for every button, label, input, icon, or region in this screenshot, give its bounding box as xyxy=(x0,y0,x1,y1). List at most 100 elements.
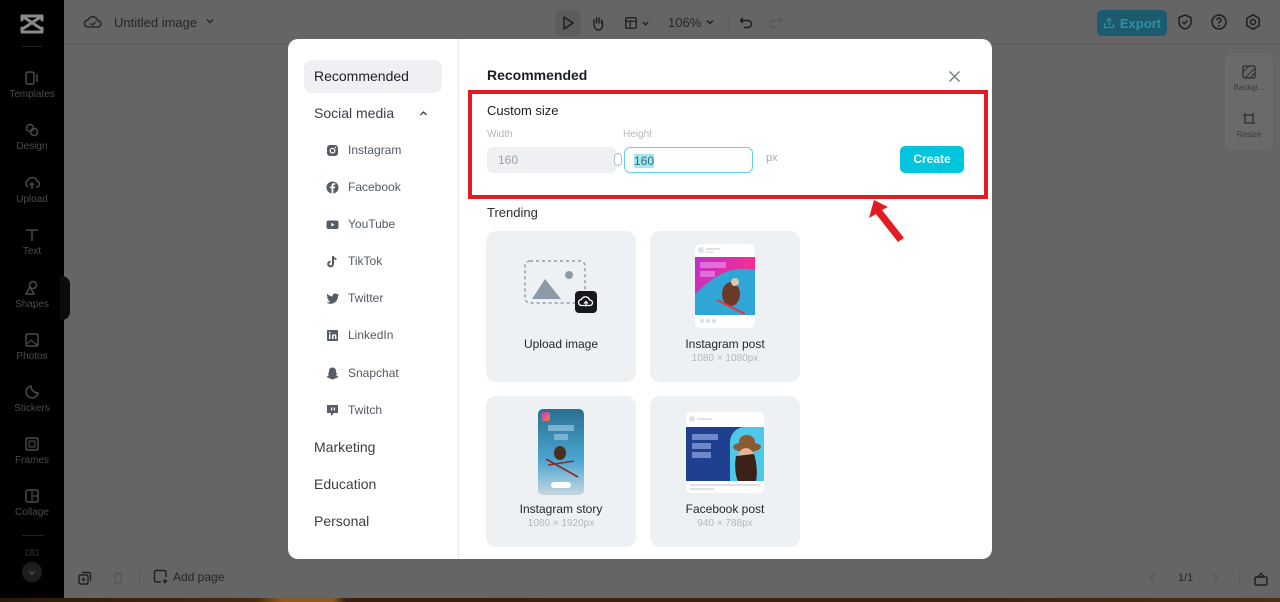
rail-item-templates[interactable]: Templates xyxy=(0,69,64,117)
chevron-up-icon xyxy=(420,111,427,116)
card-title: Instagram post xyxy=(685,337,765,351)
card-title: Upload image xyxy=(523,337,599,351)
hand-tool-button[interactable] xyxy=(585,10,611,36)
divider xyxy=(22,535,44,536)
chevron-left-icon[interactable] xyxy=(1146,571,1158,585)
rail-item-design[interactable]: Design xyxy=(0,121,64,169)
pages-panel-icon[interactable] xyxy=(1253,571,1269,587)
chevron-down-icon[interactable] xyxy=(205,16,215,26)
card-title: Instagram story xyxy=(519,502,603,516)
settings-icon[interactable] xyxy=(1244,13,1262,31)
export-button[interactable]: Export xyxy=(1097,10,1167,36)
rail-item-text[interactable]: Text xyxy=(0,226,64,274)
collapse-panel-handle[interactable] xyxy=(60,276,70,320)
social-item-twitter[interactable]: Twitter xyxy=(325,288,383,308)
hand-icon xyxy=(593,17,604,31)
duplicate-page-icon[interactable] xyxy=(78,571,92,585)
category-social-media[interactable]: Social media xyxy=(304,97,442,130)
category-recommended[interactable]: Recommended xyxy=(304,60,442,93)
social-item-label: Snapchat xyxy=(348,366,399,380)
social-item-tiktok[interactable]: TikTok xyxy=(325,251,382,271)
divider xyxy=(22,46,42,47)
close-icon[interactable] xyxy=(948,70,961,83)
card-title: Facebook post xyxy=(685,502,765,516)
undo-button[interactable] xyxy=(736,10,756,36)
social-item-linkedin[interactable]: LinkedIn xyxy=(325,325,393,345)
help-icon[interactable] xyxy=(1210,13,1228,31)
collage-icon xyxy=(25,489,39,503)
category-sidebar: Recommended Social media Instagram Faceb… xyxy=(288,39,459,559)
upload-image-card[interactable]: Upload image xyxy=(486,231,636,382)
design-icon xyxy=(25,123,39,137)
undo-icon xyxy=(739,17,753,29)
facebook-post-thumbnail xyxy=(686,412,764,493)
rail-label: Photos xyxy=(16,351,48,362)
chevron-down-icon[interactable] xyxy=(705,17,715,27)
social-item-twitch[interactable]: Twitch xyxy=(325,400,382,420)
shield-check-icon[interactable] xyxy=(1176,13,1194,31)
social-item-label: LinkedIn xyxy=(348,328,394,342)
text-icon xyxy=(26,229,38,241)
social-item-label: YouTube xyxy=(348,217,396,231)
select-tool-button[interactable] xyxy=(555,10,581,36)
resize-icon xyxy=(1243,113,1255,124)
templates-icon xyxy=(25,71,38,85)
delete-page-icon[interactable] xyxy=(111,571,125,585)
add-page-button[interactable]: Add page xyxy=(153,569,224,584)
rail-item-upload[interactable]: Upload xyxy=(0,174,64,222)
social-item-label: Instagram xyxy=(348,143,402,157)
add-page-icon xyxy=(153,569,168,584)
social-item-facebook[interactable]: Facebook xyxy=(325,177,401,197)
divider xyxy=(1239,572,1240,586)
tiktok-icon xyxy=(327,255,337,267)
card-dimensions: 1080 × 1920px xyxy=(527,518,595,529)
category-marketing[interactable]: Marketing xyxy=(304,431,442,464)
photos-icon xyxy=(25,333,39,347)
social-item-snapchat[interactable]: Snapchat xyxy=(325,363,399,383)
export-label: Export xyxy=(1119,15,1162,31)
social-item-instagram[interactable]: Instagram xyxy=(325,140,401,160)
background-button[interactable]: Backgr... xyxy=(1225,65,1273,92)
resize-button[interactable]: Resize xyxy=(1225,112,1273,139)
rail-label: Design xyxy=(16,141,48,152)
zoom-level[interactable]: 106% xyxy=(668,15,701,30)
layout-menu-button[interactable] xyxy=(620,10,654,36)
document-title[interactable]: Untitled image xyxy=(114,15,197,30)
rail-item-photos[interactable]: Photos xyxy=(0,331,64,379)
add-page-label: Add page xyxy=(173,569,225,584)
expand-rail-button[interactable] xyxy=(22,562,42,582)
card-dimensions: 1080 × 1080px xyxy=(691,353,759,364)
background-label: Backgr... xyxy=(1233,83,1265,92)
frames-icon xyxy=(25,437,39,451)
instagram-story-thumbnail xyxy=(538,409,584,495)
dialog-title: Recommended xyxy=(487,67,588,83)
instagram-story-card[interactable]: Instagram story 1080 × 1920px xyxy=(486,396,636,547)
background-icon xyxy=(1242,65,1256,79)
rail-item-frames[interactable]: Frames xyxy=(0,435,64,483)
redo-button[interactable] xyxy=(766,10,786,36)
layout-icon xyxy=(625,17,637,29)
chevron-down-icon xyxy=(642,21,649,26)
rail-label: Text xyxy=(22,246,42,257)
taskbar-strip xyxy=(0,598,1280,602)
divider xyxy=(729,14,730,32)
social-item-label: Facebook xyxy=(348,180,401,194)
rail-label: Upload xyxy=(16,194,48,205)
rail-item-shapes[interactable]: Shapes xyxy=(0,279,64,327)
rail-label: Stickers xyxy=(14,403,50,414)
category-education[interactable]: Education xyxy=(304,468,442,501)
linkedin-icon xyxy=(327,329,338,341)
chevron-right-icon[interactable] xyxy=(1209,571,1221,585)
twitter-icon xyxy=(326,292,339,304)
instagram-post-card[interactable]: Instagram post 1080 × 1080px xyxy=(650,231,800,382)
trending-title: Trending xyxy=(487,205,538,220)
social-item-youtube[interactable]: YouTube xyxy=(325,214,395,234)
highlight-annotation-box xyxy=(468,90,988,199)
category-personal[interactable]: Personal xyxy=(304,505,442,538)
rail-item-stickers[interactable]: Stickers xyxy=(0,383,64,431)
capcut-logo-icon[interactable] xyxy=(18,12,46,36)
rail-item-collage[interactable]: Collage xyxy=(0,487,64,535)
page-indicator: 1/1 xyxy=(1178,572,1194,584)
upload-icon xyxy=(25,176,41,189)
facebook-post-card[interactable]: Facebook post 940 × 788px xyxy=(650,396,800,547)
